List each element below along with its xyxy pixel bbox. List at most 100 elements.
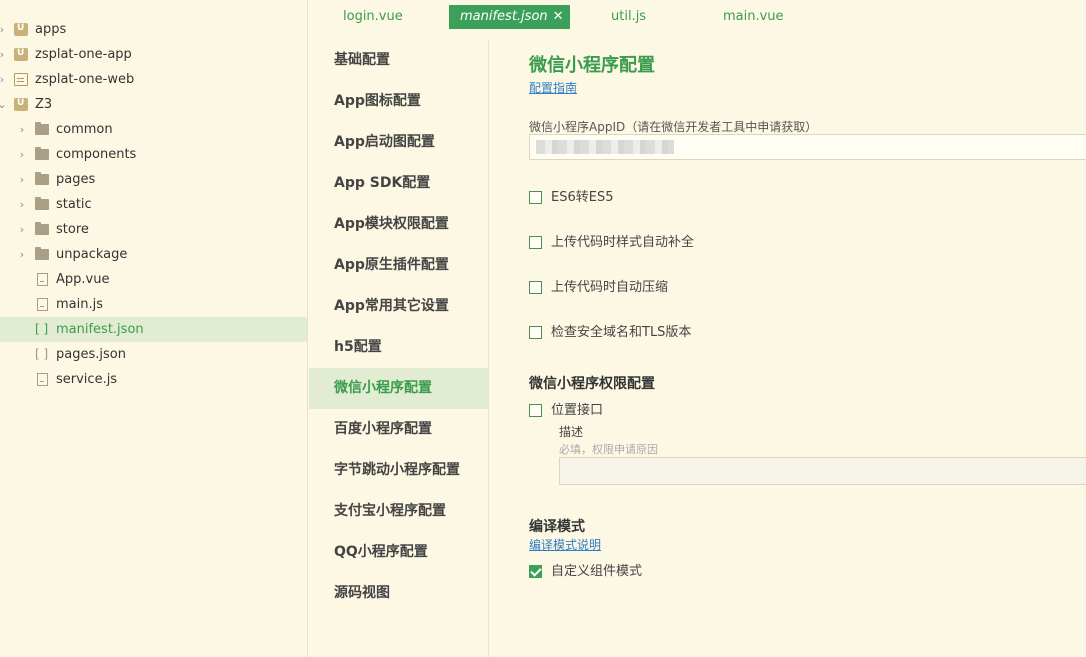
editor-tab-bar: login.vue manifest.json ✕ util.js main.vu… [309,0,1086,35]
js-file-icon [37,373,48,386]
tree-item-unpackage[interactable]: › unpackage [0,242,307,267]
compile-section-title: 编译模式 [529,519,585,535]
desc-input[interactable] [559,457,1086,485]
postcss-checkbox[interactable] [529,236,542,249]
tree-item-label: pages.json [56,347,126,362]
js-file-icon [37,298,48,311]
settings-nav-app-splash[interactable]: App启动图配置 [309,122,488,163]
chevron-right-icon[interactable]: › [16,192,28,217]
project-icon [14,16,28,41]
tab-label: main.vue [723,9,784,24]
tree-item-label: service.js [56,372,118,387]
permission-section-title: 微信小程序权限配置 [529,376,655,392]
custom-component-checkbox[interactable] [529,565,542,578]
tree-item-label: unpackage [56,247,128,262]
tab-login-vue[interactable]: login.vue [343,5,403,29]
desc-label: 描述 [559,425,584,439]
tree-item-label: zsplat-one-app [35,47,132,62]
chevron-right-icon[interactable]: › [0,67,8,92]
tree-item-label: static [56,197,92,212]
close-icon[interactable]: ✕ [553,9,564,24]
tree-item-static[interactable]: › static [0,192,307,217]
desc-placeholder-hint: 必填，权限申请原因 [559,443,658,456]
tree-item-label: zsplat-one-web [35,72,135,87]
folder-icon [35,147,49,160]
tree-item-manifest-json[interactable]: [ ] manifest.json [0,317,307,342]
chevron-right-icon[interactable]: › [16,117,28,142]
settings-nav-h5[interactable]: h5配置 [309,327,488,368]
project-icon [14,41,28,66]
redacted-appid [536,140,674,154]
web-project-icon [14,73,28,86]
appid-input[interactable] [529,134,1086,160]
chevron-right-icon[interactable]: › [16,167,28,192]
project-icon [14,91,28,116]
folder-icon [35,122,49,135]
tree-item-pages[interactable]: › pages [0,167,307,192]
settings-nav-toutiao-mp[interactable]: 字节跳动小程序配置 [309,450,488,491]
tree-item-pages-json[interactable]: [ ] pages.json [0,342,307,367]
option-label: 位置接口 [551,403,604,418]
chevron-right-icon[interactable]: › [16,142,28,167]
tab-main-vue[interactable]: main.vue [723,5,784,29]
settings-nav-alipay-mp[interactable]: 支付宝小程序配置 [309,491,488,532]
tab-label: login.vue [343,9,403,24]
settings-nav-source-view[interactable]: 源码视图 [309,573,488,614]
location-checkbox[interactable] [529,404,542,417]
es6-checkbox[interactable] [529,191,542,204]
minify-checkbox[interactable] [529,281,542,294]
option-label: ES6转ES5 [551,190,614,205]
json-file-icon: [ ] [35,322,49,336]
settings-nav-app-modules[interactable]: App模块权限配置 [309,204,488,245]
tree-item-store[interactable]: › store [0,217,307,242]
folder-icon [35,197,49,210]
settings-nav-app-native-plugins[interactable]: App原生插件配置 [309,245,488,286]
compile-mode-link[interactable]: 编译模式说明 [529,536,601,553]
folder-icon [35,172,49,185]
tree-item-service-js[interactable]: service.js [0,367,307,392]
settings-nav-baidu-mp[interactable]: 百度小程序配置 [309,409,488,450]
chevron-right-icon[interactable]: › [0,17,8,42]
chevron-right-icon[interactable]: › [16,217,28,242]
settings-nav-app-sdk[interactable]: App SDK配置 [309,163,488,204]
url-check-checkbox[interactable] [529,326,542,339]
tree-item-label: manifest.json [56,322,144,337]
chevron-right-icon[interactable]: › [16,242,28,267]
tab-manifest-json[interactable]: manifest.json ✕ [449,5,570,29]
tree-item-common[interactable]: › common [0,117,307,142]
tree-item-label: pages [56,172,96,187]
tree-item-z3[interactable]: ⌄ Z3 [0,91,307,117]
tree-item-components[interactable]: › components [0,142,307,167]
folder-icon [35,247,49,260]
tree-item-apps[interactable]: › apps [0,16,307,42]
tree-item-label: Z3 [35,97,53,112]
chevron-right-icon[interactable]: › [0,42,8,67]
config-guide-link[interactable]: 配置指南 [529,79,577,96]
tree-item-label: store [56,222,89,237]
tree-item-label: main.js [56,297,103,312]
tree-item-label: App.vue [56,272,110,287]
tab-label: manifest.json [460,9,548,24]
tree-item-label: apps [35,22,67,37]
tree-item-app-vue[interactable]: App.vue [0,267,307,292]
settings-nav-qq-mp[interactable]: QQ小程序配置 [309,532,488,573]
settings-nav: 基础配置 App图标配置 App启动图配置 App SDK配置 App模块权限配… [309,40,489,657]
file-tree: › apps › zsplat-one-app › zsplat-one-web… [0,0,308,657]
settings-content: 微信小程序配置 配置指南 微信小程序AppID（请在微信开发者工具中申请获取） … [489,40,1086,657]
settings-nav-weixin-mp[interactable]: 微信小程序配置 [309,368,488,409]
folder-icon [35,222,49,235]
tree-item-zsplat-one-app[interactable]: › zsplat-one-app [0,41,307,67]
settings-nav-app-other[interactable]: App常用其它设置 [309,286,488,327]
chevron-down-icon[interactable]: ⌄ [0,92,8,117]
tree-item-label: components [56,147,137,162]
option-label: 上传代码时样式自动补全 [551,235,695,250]
page-title: 微信小程序配置 [529,55,655,76]
appid-label: 微信小程序AppID（请在微信开发者工具中申请获取） [529,120,818,134]
settings-nav-app-icon[interactable]: App图标配置 [309,81,488,122]
option-label: 检查安全域名和TLS版本 [551,325,692,340]
settings-nav-basic[interactable]: 基础配置 [309,40,488,81]
tree-item-main-js[interactable]: main.js [0,292,307,317]
option-label: 自定义组件模式 [551,564,643,579]
tree-item-zsplat-one-web[interactable]: › zsplat-one-web [0,67,307,92]
tab-util-js[interactable]: util.js [611,5,646,29]
